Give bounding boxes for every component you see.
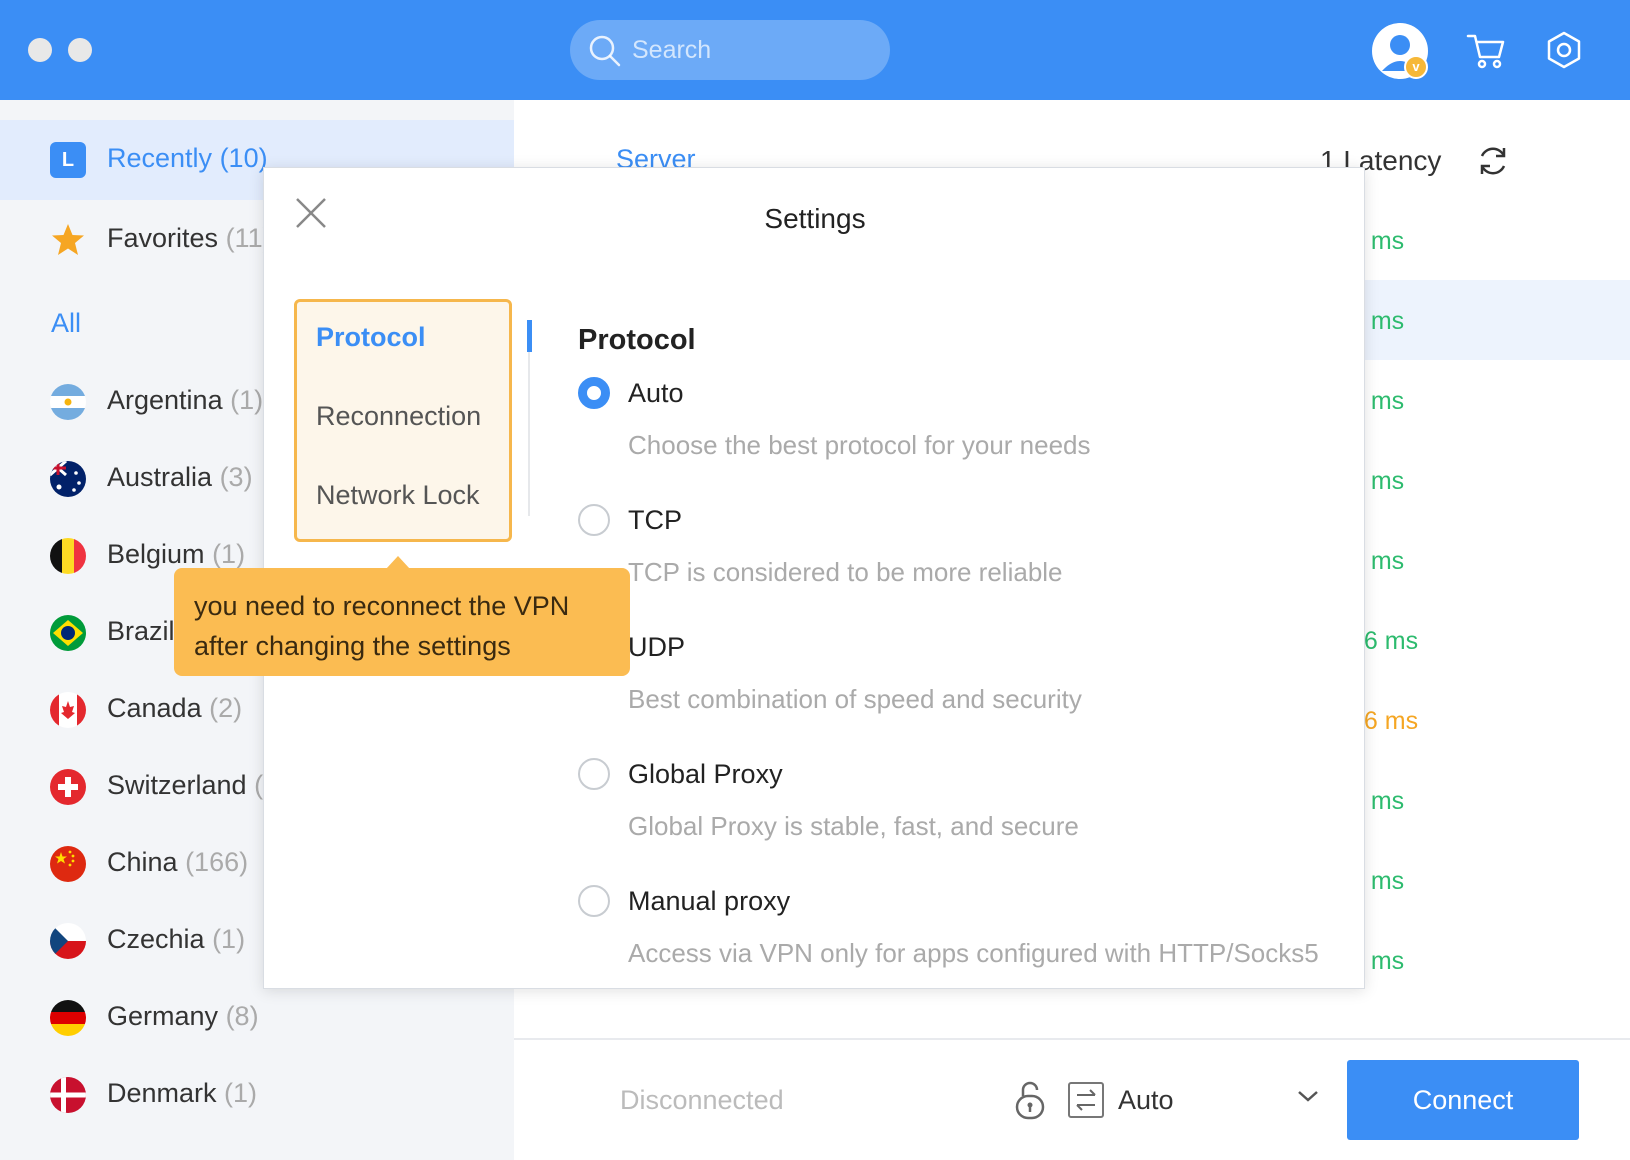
belgium-flag-icon [50,538,86,574]
sidebar-item-count: (3) [219,462,253,492]
option-description: Best combination of speed and security [628,684,1082,714]
sidebar-item-label: Brazil [107,616,175,646]
sidebar-item-count: (1) [230,385,264,415]
sidebar-item-count: (1) [212,539,246,569]
tooltip-line: you need to reconnect the VPN [194,591,570,621]
connection-status: Disconnected [620,1085,784,1115]
australia-flag-icon [50,461,86,497]
gear-icon[interactable] [1544,30,1584,70]
connect-button[interactable]: Connect [1347,1060,1579,1140]
canada-flag-icon [50,692,86,728]
title-bar: Search v [0,0,1630,100]
dialog-title: Settings [764,203,866,234]
option-label[interactable]: UDP [628,632,685,663]
clock-icon: L [50,142,86,178]
star-icon [52,224,84,255]
option-label[interactable]: Auto [628,378,684,409]
sidebar-item-denmark[interactable]: Denmark (1) [0,1055,514,1135]
search-icon [589,35,621,67]
brazil-flag-icon [50,615,86,651]
option-label[interactable]: TCP [628,505,682,536]
sidebar-item-label: Australia [107,462,213,492]
lock-icon[interactable] [1014,1080,1046,1122]
vip-badge-icon: v [1404,55,1428,79]
sidebar-item-count: (2) [209,693,243,723]
option-label[interactable]: Manual proxy [628,886,790,917]
refresh-icon[interactable] [1476,144,1510,178]
sidebar-item-count: (1) [212,924,246,954]
china-flag-icon [50,846,86,882]
switzerland-flag-icon [50,769,86,805]
option-description: TCP is considered to be more reliable [628,557,1063,587]
settings-tabs: Protocol Reconnection Network Lock [294,299,512,542]
germany-flag-icon [50,1000,86,1036]
radio-global-proxy[interactable] [578,758,610,790]
window-close-dot[interactable] [28,38,52,62]
sidebar-item-count: (10) [219,143,268,173]
denmark-flag-icon [50,1077,86,1113]
option-description: Global Proxy is stable, fast, and secure [628,811,1079,841]
section-title: Protocol [578,324,696,356]
sidebar-item-label: Favorites [107,223,219,253]
tab-network-lock[interactable]: Network Lock [316,480,480,511]
sidebar-item-label: Belgium [107,539,205,569]
protocol-switch-icon[interactable] [1068,1082,1104,1118]
sidebar-item-label: Czechia [107,924,205,954]
option-label[interactable]: Global Proxy [628,759,783,790]
radio-manual-proxy[interactable] [578,885,610,917]
sidebar-item-label: Denmark [107,1078,217,1108]
sidebar-item-count: (8) [225,1001,259,1031]
window-minimize-dot[interactable] [68,38,92,62]
sidebar-item-label: China [107,847,178,877]
radio-auto[interactable] [578,377,610,409]
all-section-label[interactable]: All [51,308,81,339]
argentina-flag-icon [50,384,86,420]
tooltip-line: after changing the settings [194,631,511,661]
sidebar-item-label: Germany [107,1001,219,1031]
sidebar-item-count: (1) [224,1078,258,1108]
sidebar-item-label: Canada [107,693,202,723]
sidebar-item-count: ( [254,770,264,800]
czechia-flag-icon [50,923,86,959]
radio-tcp[interactable] [578,504,610,536]
sidebar-item-count: (166) [185,847,249,877]
sidebar-item-label: Argentina [107,385,223,415]
search-placeholder: Search [632,36,712,64]
reconnect-tooltip: you need to reconnect the VPN after chan… [174,568,630,676]
tab-active-indicator [527,320,532,352]
tab-protocol[interactable]: Protocol [316,322,426,353]
tab-reconnection[interactable]: Reconnection [316,401,481,432]
protocol-select-value[interactable]: Auto [1118,1085,1174,1116]
sidebar-item-label: Switzerland [107,770,247,800]
chevron-down-icon[interactable] [1296,1088,1320,1104]
search-bar[interactable]: Search [570,20,890,80]
bottom-divider [514,1038,1630,1040]
option-description: Access via VPN only for apps configured … [628,938,1319,968]
sidebar-item-germany[interactable]: Germany (8) [0,978,514,1058]
cart-icon[interactable] [1466,30,1506,70]
option-description: Choose the best protocol for your needs [628,430,1091,460]
sidebar-item-label: Recently [107,143,213,173]
